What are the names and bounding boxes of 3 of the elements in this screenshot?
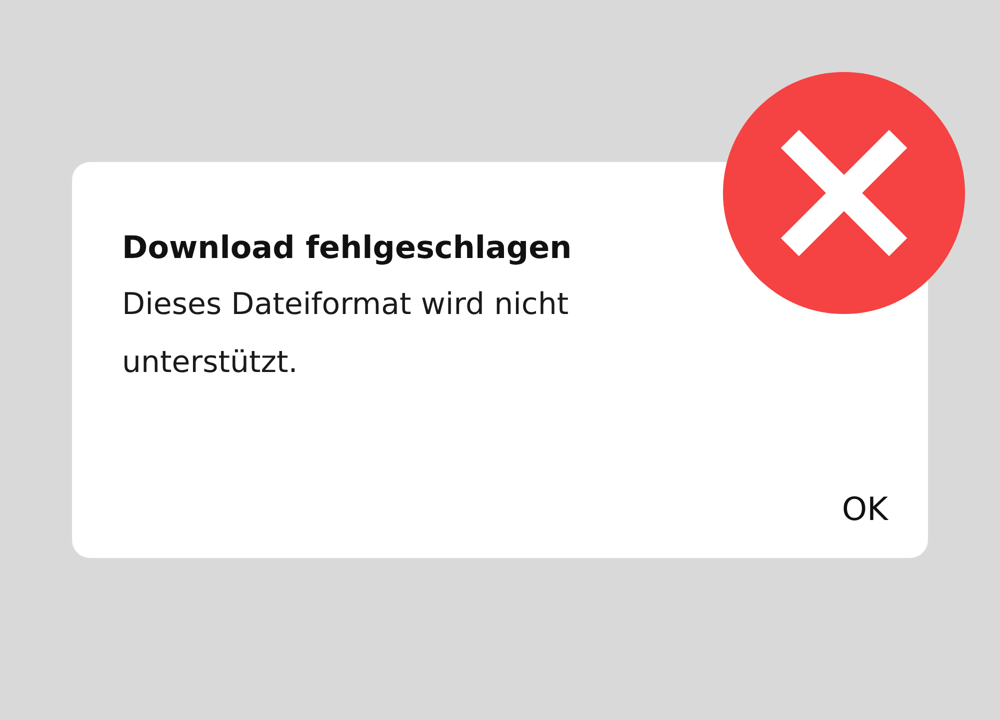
ok-button[interactable]: OK <box>842 486 888 532</box>
dialog-message: Dieses Dateiformat wird nicht unterstützt. <box>122 286 570 382</box>
dialog-title: Download fehlgeschlagen <box>122 229 573 268</box>
